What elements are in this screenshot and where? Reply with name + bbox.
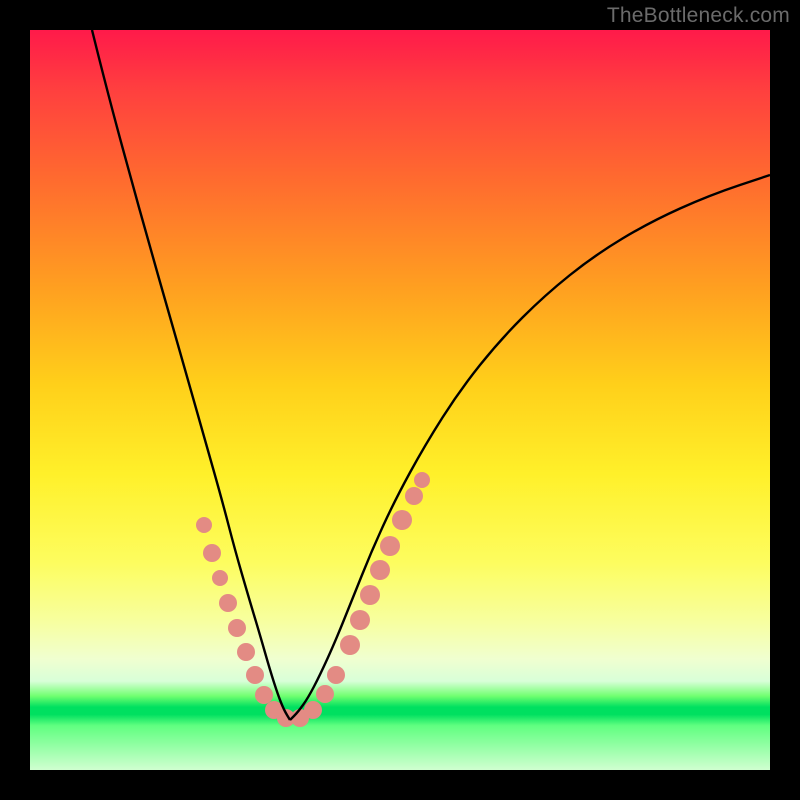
data-marker: [392, 510, 412, 530]
chart-svg: [30, 30, 770, 770]
data-marker: [304, 701, 322, 719]
data-marker: [340, 635, 360, 655]
data-marker: [327, 666, 345, 684]
watermark-text: TheBottleneck.com: [607, 4, 790, 28]
data-marker: [380, 536, 400, 556]
data-marker: [360, 585, 380, 605]
data-marker: [350, 610, 370, 630]
data-marker: [405, 487, 423, 505]
data-marker: [414, 472, 430, 488]
plot-area: [30, 30, 770, 770]
data-marker: [212, 570, 228, 586]
data-marker: [219, 594, 237, 612]
data-marker: [370, 560, 390, 580]
left-curve: [92, 30, 290, 720]
data-marker: [255, 686, 273, 704]
data-marker: [246, 666, 264, 684]
data-marker: [203, 544, 221, 562]
data-marker: [316, 685, 334, 703]
data-marker: [228, 619, 246, 637]
chart-frame: TheBottleneck.com: [0, 0, 800, 800]
data-marker: [237, 643, 255, 661]
right-curve: [290, 175, 770, 720]
data-marker: [196, 517, 212, 533]
